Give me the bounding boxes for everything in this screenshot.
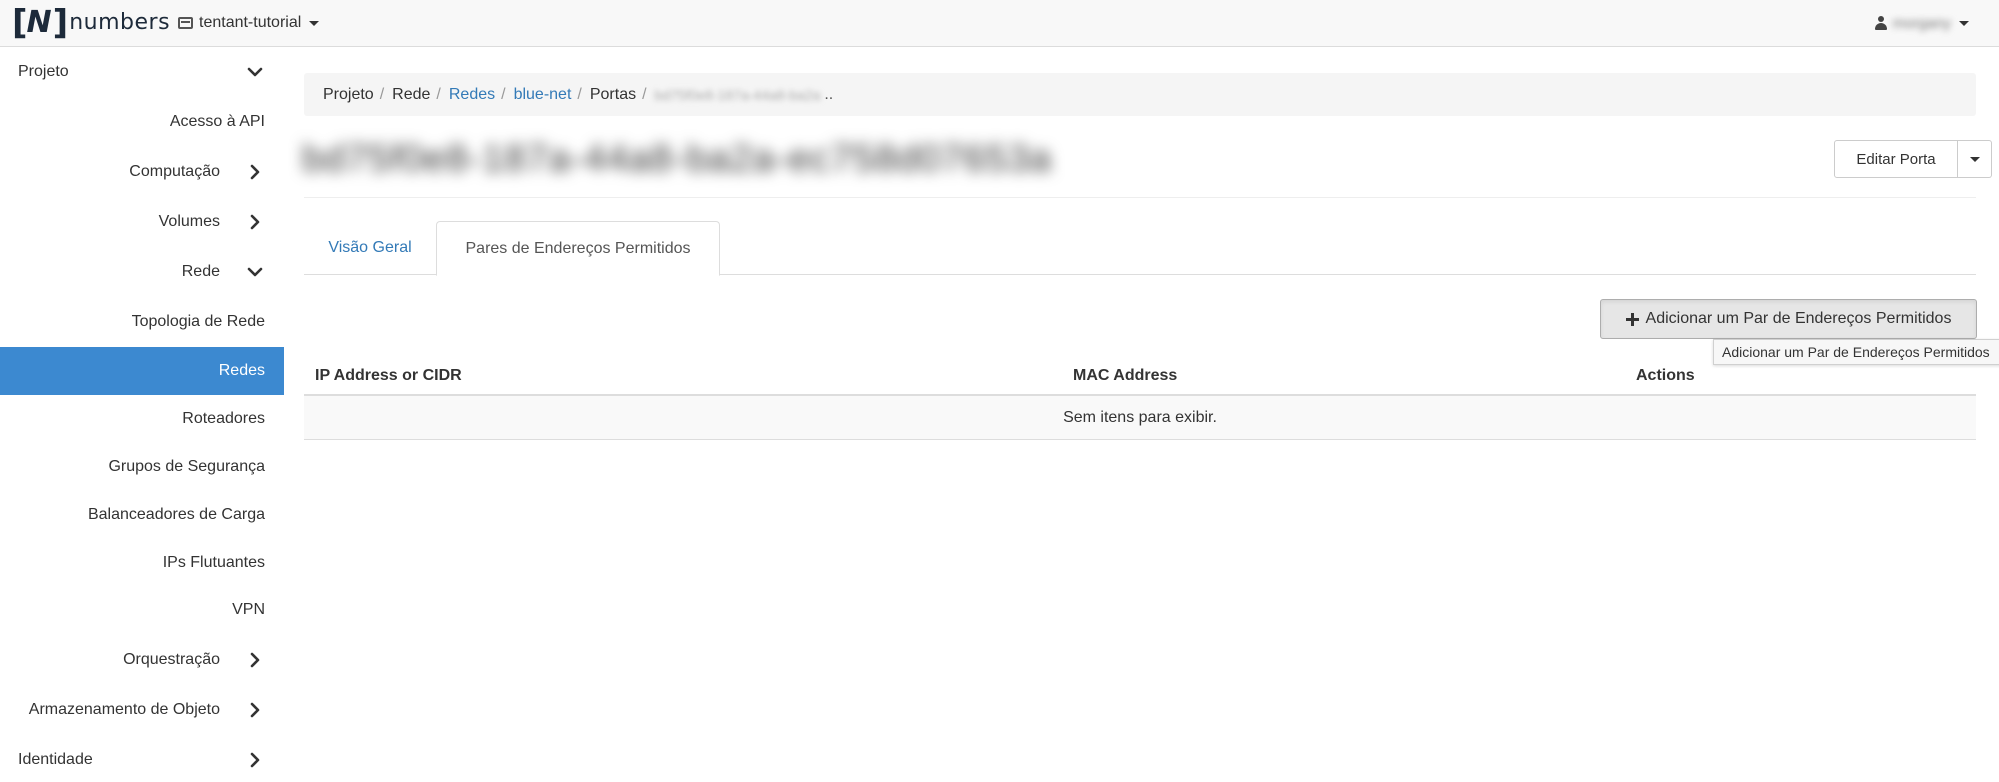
logo-bracket-close: ] [52,3,68,43]
chevron-down-icon [244,261,266,283]
logo-letter: N [26,5,52,40]
chevron-right-icon [244,211,266,233]
sidebar-item-roteadores[interactable]: Roteadores [0,397,284,441]
sidebar-item-projeto[interactable]: Projeto [0,50,284,94]
breadcrumb-separator: / [577,85,582,103]
edit-port-button-group: Editar Porta [1834,140,1992,178]
breadcrumb-network-link[interactable]: blue-net [514,86,572,104]
logo-bracket-open: [ [12,3,27,43]
sidebar-item-label: Topologia de Rede [131,313,265,330]
breadcrumb-current-port: bd75f0e8-187a-44a8-ba2a [654,86,821,103]
sidebar-item-label: Identidade [18,751,93,768]
table-header: IP Address or CIDR MAC Address Actions [304,358,1976,396]
breadcrumb-separator: / [379,85,385,103]
sidebar-item-acesso-a-api[interactable]: Acesso à API [0,100,284,144]
sidebar-item-label: Computação [129,163,220,180]
sidebar-item-balanceadores-de-carga[interactable]: Balanceadores de Carga [0,493,284,537]
edit-port-button[interactable]: Editar Porta [1834,140,1958,178]
column-header-mac[interactable]: MAC Address [1073,358,1177,394]
column-header-ip[interactable]: IP Address or CIDR [315,358,462,394]
sidebar-item-label: VPN [232,601,265,618]
column-header-actions: Actions [1636,367,1695,384]
breadcrumb: Projeto / Rede / Redes / blue-net / Port… [304,73,1976,116]
breadcrumb-separator: / [436,85,441,103]
sidebar-item-identidade[interactable]: Identidade [0,738,284,782]
table-empty-row: Sem itens para exibir. [304,396,1976,440]
tab-overview[interactable]: Visão Geral [304,221,436,275]
breadcrumb-portas: Portas [589,85,637,103]
chevron-right-icon [244,649,266,671]
sidebar-item-label: Rede [181,263,220,280]
chevron-right-icon [244,161,266,183]
sidebar-item-label: Armazenamento de Objeto [28,701,220,718]
plus-icon [1625,312,1639,326]
breadcrumb-separator: / [501,85,506,103]
breadcrumb-projeto: Projeto [323,85,374,103]
tab-allowed-address-pairs[interactable]: Pares de Endereços Permitidos [436,221,720,276]
sidebar-item-orquestracao[interactable]: Orquestração [0,638,284,682]
caret-down-icon [309,20,320,26]
add-address-pair-button[interactable]: Adicionar um Par de Endereços Permitidos [1600,299,1977,339]
sidebar-item-armazenamento-de-objeto[interactable]: Armazenamento de Objeto [0,688,284,732]
project-name: tentant-tutorial [199,14,302,31]
sidebar-item-label: IPs Flutuantes [162,554,265,571]
detail-tabs: Visão Geral Pares de Endereços Permitido… [304,221,1976,276]
sidebar-item-label: Balanceadores de Carga [87,506,265,523]
breadcrumb-redes-link[interactable]: Redes [449,86,495,104]
caret-down-icon [1959,20,1969,26]
user-icon [1874,16,1887,30]
top-navbar: [ N ] numbers tentant-tutorial morgany [0,0,1999,47]
sidebar-item-label: Volumes [158,213,220,230]
brand-logo[interactable]: [ N ] numbers [12,3,170,43]
sidebar-item-vpn[interactable]: VPN [0,588,284,632]
user-menu[interactable]: morgany [1874,10,1969,36]
project-icon [178,17,193,29]
breadcrumb-rede: Rede [392,85,431,103]
sidebar-item-volumes[interactable]: Volumes [0,200,284,244]
sidebar-item-rede[interactable]: Rede [0,250,284,294]
chevron-right-icon [244,749,266,771]
sidebar-item-grupos-de-seguranca[interactable]: Grupos de Segurança [0,445,284,489]
sidebar-item-label: Redes [218,362,265,379]
chevron-right-icon [244,699,266,721]
sidebar-nav: Projeto Acesso à API Computação Volumes Rede… [0,47,284,778]
sidebar-item-label: Orquestração [123,651,220,668]
sidebar-item-label: Grupos de Segurança [108,458,265,475]
header-divider [304,197,1976,198]
more-actions-toggle[interactable] [1958,140,1992,178]
page-title: bd75f0e8-187a-44a8-ba2a-ec758d07653a [302,138,1053,180]
sidebar-item-ips-flutuantes[interactable]: IPs Flutuantes [0,541,284,585]
add-address-pair-label: Adicionar um Par de Endereços Permitidos [1645,310,1952,327]
sidebar-item-label: Acesso à API [169,113,265,130]
sidebar-item-label: Projeto [18,63,69,80]
sidebar-item-redes[interactable]: Redes [0,347,284,395]
sidebar-item-computacao[interactable]: Computação [0,150,284,194]
logo-word: numbers [69,10,171,35]
breadcrumb-separator: / [642,85,647,103]
user-name: morgany [1892,14,1951,32]
chevron-down-icon [244,61,266,83]
caret-down-icon [1969,156,1980,162]
project-switcher[interactable]: tentant-tutorial [178,10,320,36]
sidebar-item-label: Roteadores [182,410,265,427]
breadcrumb-ellipsis: .. [824,85,834,103]
sidebar-item-topologia-de-rede[interactable]: Topologia de Rede [0,300,284,344]
